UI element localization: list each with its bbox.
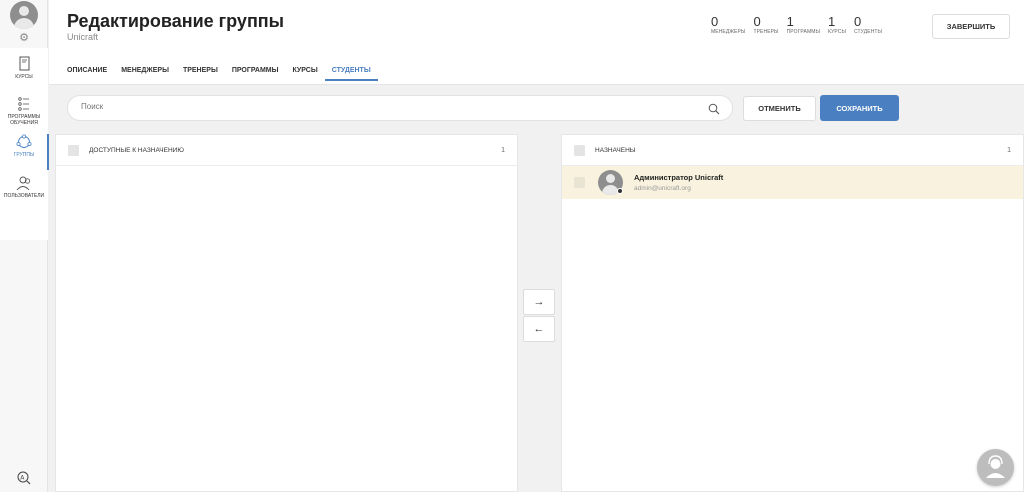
user-avatar[interactable] xyxy=(10,1,38,29)
user-checkbox[interactable] xyxy=(574,177,585,188)
save-button[interactable]: СОХРАНИТЬ xyxy=(820,95,899,121)
tab-description[interactable]: ОПИСАНИЕ xyxy=(67,67,107,81)
stat-value: 0 xyxy=(711,14,719,29)
group-stats: 0 МЕНЕДЖЕРЫ 0 ТРЕНЕРЫ 1 ПРОГРАММЫ 1 КУРС… xyxy=(711,14,890,36)
stat-label: ПРОГРАММЫ xyxy=(786,29,821,35)
tab-students[interactable]: СТУДЕНТЫ xyxy=(324,67,378,81)
svg-text:A: A xyxy=(20,475,25,482)
user-name: Администратор Unicraft xyxy=(634,173,724,182)
stat-label: МЕНЕДЖЕРЫ xyxy=(711,29,746,35)
select-all-available-checkbox[interactable] xyxy=(68,145,79,156)
tab-bar: ОПИСАНИЕ МЕНЕДЖЕРЫ ТРЕНЕРЫ ПРОГРАММЫ КУР… xyxy=(67,67,385,81)
sidebar-item-courses[interactable]: КУРСЫ xyxy=(0,56,48,80)
move-right-button[interactable]: → xyxy=(523,289,555,315)
language-icon[interactable]: A xyxy=(17,471,31,485)
support-chat-button[interactable] xyxy=(977,449,1014,486)
status-dot-icon xyxy=(617,188,623,194)
stat-label: СТУДЕНТЫ xyxy=(853,29,883,35)
user-email: admin@unicraft.org xyxy=(634,185,691,192)
move-left-button[interactable]: ← xyxy=(523,316,555,342)
stat-value: 0 xyxy=(853,14,862,29)
cancel-button[interactable]: ОТМЕНИТЬ xyxy=(743,96,816,121)
stat-programs: 1 ПРОГРАММЫ xyxy=(786,14,821,36)
assigned-panel-header: НАЗНАЧЕНЫ 1 xyxy=(562,135,1023,166)
finish-button[interactable]: ЗАВЕРШИТЬ xyxy=(932,14,1010,39)
assigned-count: 1 xyxy=(1007,147,1011,154)
stat-value: 0 xyxy=(753,14,761,29)
tab-courses[interactable]: КУРСЫ xyxy=(292,67,317,81)
stat-label: КУРСЫ xyxy=(828,29,846,35)
page-subtitle: Unicraft xyxy=(67,32,99,42)
stat-value: 1 xyxy=(828,14,836,29)
available-count: 1 xyxy=(501,147,505,154)
sidebar-item-programs[interactable]: ПРОГРАММЫ ОБУЧЕНИЯ xyxy=(0,96,48,126)
stat-label: ТРЕНЕРЫ xyxy=(753,29,779,35)
select-all-assigned-checkbox[interactable] xyxy=(574,145,585,156)
sidebar-item-groups[interactable]: ГРУППЫ xyxy=(0,134,49,170)
stat-managers: 0 МЕНЕДЖЕРЫ xyxy=(711,14,746,36)
page-header: Редактирование группы Unicraft 0 МЕНЕДЖЕ… xyxy=(49,0,1024,85)
tab-programs[interactable]: ПРОГРАММЫ xyxy=(232,67,279,81)
stat-students: 0 СТУДЕНТЫ xyxy=(853,14,883,36)
users-icon xyxy=(16,176,31,191)
page-title: Редактирование группы xyxy=(67,11,285,31)
assigned-panel: НАЗНАЧЕНЫ 1 Администратор Unicraft admin… xyxy=(561,134,1024,492)
sidebar-item-label: ПОЛЬЗОВАТЕЛИ xyxy=(3,193,45,199)
stat-courses: 1 КУРСЫ xyxy=(828,14,846,36)
search-icon[interactable] xyxy=(708,103,720,115)
settings-gear-icon[interactable]: ⚙ xyxy=(18,32,30,44)
sidebar-item-users[interactable]: ПОЛЬЗОВАТЕЛИ xyxy=(0,175,48,199)
list-item[interactable]: Администратор Unicraft admin@unicraft.or… xyxy=(562,166,1023,199)
available-panel-title: ДОСТУПНЫЕ К НАЗНАЧЕНИЮ xyxy=(89,147,184,154)
search-input[interactable] xyxy=(81,102,681,111)
program-list-icon xyxy=(18,97,29,111)
tab-managers[interactable]: МЕНЕДЖЕРЫ xyxy=(121,67,169,81)
tab-trainers[interactable]: ТРЕНЕРЫ xyxy=(183,67,218,81)
sidebar-item-label: ГРУППЫ xyxy=(13,152,35,158)
sidebar: ⚙ КУРСЫ ПРОГРАММЫ ОБУЧЕНИЯ ГРУППЫ ПОЛЬЗО… xyxy=(0,0,49,492)
support-agent-icon xyxy=(986,455,1005,478)
available-panel-header: ДОСТУПНЫЕ К НАЗНАЧЕНИЮ 1 xyxy=(56,135,517,166)
sidebar-item-label: КУРСЫ xyxy=(15,74,33,80)
available-panel: ДОСТУПНЫЕ К НАЗНАЧЕНИЮ 1 xyxy=(55,134,518,492)
sidebar-item-label: ПРОГРАММЫ ОБУЧЕНИЯ xyxy=(7,114,41,126)
course-book-icon xyxy=(19,56,30,71)
stat-value: 1 xyxy=(786,14,794,29)
groups-icon xyxy=(16,134,32,148)
stat-trainers: 0 ТРЕНЕРЫ xyxy=(753,14,779,36)
search-bar xyxy=(67,95,733,121)
assigned-panel-title: НАЗНАЧЕНЫ xyxy=(595,147,636,154)
